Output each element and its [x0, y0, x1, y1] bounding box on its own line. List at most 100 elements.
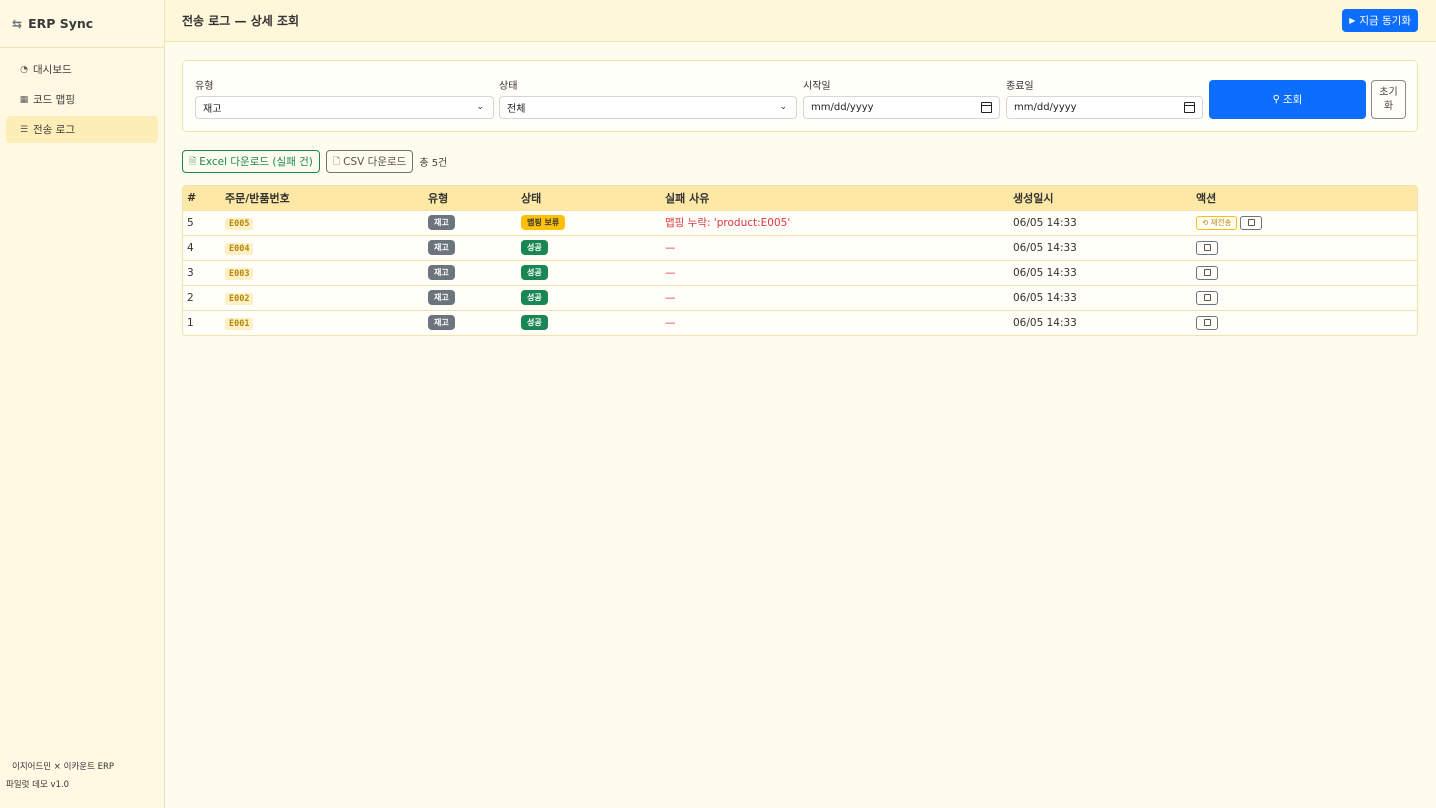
detail-button[interactable]	[1196, 315, 1218, 330]
fail-reason: —	[665, 316, 676, 329]
end-date-placeholder: mm/dd/yyyy	[1014, 102, 1077, 113]
type-badge: 재고	[428, 240, 455, 255]
type-badge: 재고	[428, 265, 455, 280]
sync-now-button[interactable]: ▶ 지금 동기화	[1342, 9, 1418, 32]
status-select-value: 전체	[507, 104, 526, 115]
row-num: 4	[187, 241, 194, 254]
table-header-row: # 주문/반품번호 유형 상태 실패 사유 생성일시 액션	[183, 186, 1417, 210]
created-at: 06/05 14:33	[1013, 291, 1077, 304]
end-date-input[interactable]: mm/dd/yyyy	[1006, 96, 1203, 119]
status-select[interactable]: 전체 ⌄	[499, 96, 797, 119]
status-badge: 맵핑 보류	[521, 215, 566, 230]
play-icon: ▶	[1349, 16, 1356, 25]
file-excel-icon: 🗎	[189, 156, 197, 167]
search-button-label: 조회	[1283, 94, 1303, 106]
search-button[interactable]: ⚲ 조회	[1209, 80, 1366, 119]
detail-button[interactable]	[1196, 290, 1218, 305]
detail-icon	[1203, 319, 1211, 327]
status-badge: 성공	[521, 315, 548, 331]
excel-download-button[interactable]: 🗎 Excel 다운로드 (실패 건)	[182, 150, 320, 173]
status-filter-label: 상태	[499, 81, 518, 92]
order-code: E001	[225, 317, 254, 330]
table-row[interactable]: 5 E005 재고 맵핑 보류 맵핑 누락: 'product:E005' 06…	[183, 210, 1417, 235]
search-icon: ⚲	[1272, 94, 1280, 105]
fail-reason: 맵핑 누락: 'product:E005'	[665, 217, 791, 229]
fail-reason: —	[665, 291, 676, 304]
sidebar-item-transfer-log[interactable]: ☰ 전송 로그	[6, 116, 158, 143]
col-header-num[interactable]: #	[183, 186, 221, 210]
status-badge: 성공	[521, 265, 548, 280]
sidebar-footer: 이지어드민 × 이카운트 ERP 파일럿 데모 v1.0	[6, 758, 114, 794]
sidebar-item-dashboard[interactable]: ◔ 대시보드	[6, 56, 158, 83]
col-header-created-at[interactable]: 생성일시	[1009, 186, 1192, 210]
filter-card: 유형 재고 ⌄ 상태 전체 ⌄ 시작일 mm/dd/yyyy 종료일 mm/dd…	[182, 60, 1418, 132]
download-toolbar: 🗎 Excel 다운로드 (실패 건) 🗋 CSV 다운로드 총 5건	[182, 150, 447, 173]
row-num: 5	[187, 216, 194, 229]
status-badge: 성공	[521, 290, 548, 305]
total-count: 총 5건	[419, 158, 448, 169]
row-num: 1	[187, 316, 194, 329]
col-header-fail-reason[interactable]: 실패 사유	[661, 186, 1009, 210]
arrows-swap-icon: ⇆	[12, 16, 23, 31]
fail-reason: —	[665, 266, 676, 279]
detail-icon	[1203, 269, 1211, 276]
detail-button[interactable]	[1196, 265, 1218, 280]
detail-icon	[1203, 294, 1211, 301]
created-at: 06/05 14:33	[1013, 216, 1077, 229]
csv-download-label: CSV 다운로드	[343, 156, 407, 168]
speedometer-icon: ◔	[20, 64, 28, 75]
order-code: E004	[225, 242, 254, 255]
page-header: 전송 로그 — 상세 조회 ▶ 지금 동기화	[165, 0, 1436, 42]
fail-reason: —	[665, 241, 676, 254]
retry-button[interactable]: ⟲ 재전송	[1196, 215, 1238, 230]
col-header-status[interactable]: 상태	[517, 186, 661, 210]
detail-button[interactable]	[1240, 215, 1263, 230]
table-row[interactable]: 4 E004 재고 성공 — 06/05 14:33	[183, 235, 1417, 260]
detail-icon	[1203, 244, 1211, 251]
col-header-order-number[interactable]: 주문/반품번호	[221, 186, 424, 210]
brand-name: ERP Sync	[28, 16, 94, 31]
sync-now-label: 지금 동기화	[1359, 15, 1411, 27]
file-icon: 🗋	[332, 156, 341, 167]
chevron-down-icon: ⌄	[779, 102, 787, 112]
excel-download-label: Excel 다운로드 (실패 건)	[199, 156, 313, 168]
calendar-icon[interactable]	[1184, 102, 1195, 113]
list-icon: ☰	[19, 124, 29, 135]
sidebar-item-code-mapping[interactable]: ▦ 코드 맵핑	[6, 86, 158, 113]
detail-button[interactable]	[1196, 240, 1218, 255]
sidebar-item-label: 코드 맵핑	[33, 94, 75, 106]
footer-version-text: 파일럿 데모 v1.0	[6, 780, 70, 790]
start-date-input[interactable]: mm/dd/yyyy	[803, 96, 1000, 119]
retry-icon: ⟲	[1202, 218, 1211, 227]
type-badge: 재고	[428, 290, 455, 305]
brand[interactable]: ⇆ ERP Sync	[0, 0, 164, 48]
table-row[interactable]: 3 E003 재고 성공 — 06/05 14:33	[183, 260, 1417, 285]
sidebar-item-label: 대시보드	[33, 64, 72, 76]
calendar-icon[interactable]	[981, 102, 992, 113]
order-code: E003	[225, 267, 254, 280]
reset-button[interactable]: 초기화	[1371, 80, 1406, 119]
col-header-type[interactable]: 유형	[424, 186, 517, 210]
type-badge: 재고	[428, 215, 455, 230]
created-at: 06/05 14:33	[1013, 241, 1077, 254]
end-date-label: 종료일	[1006, 81, 1034, 92]
sidebar-nav: ◔ 대시보드 ▦ 코드 맵핑 ☰ 전송 로그	[0, 48, 164, 154]
created-at: 06/05 14:33	[1013, 266, 1077, 279]
table-row[interactable]: 2 E002 재고 성공 — 06/05 14:33	[183, 285, 1417, 310]
sidebar: ⇆ ERP Sync ◔ 대시보드 ▦ 코드 맵핑 ☰ 전송 로그 이지어드민 …	[0, 0, 165, 808]
row-num: 2	[187, 291, 194, 304]
detail-icon	[1247, 219, 1255, 226]
table-icon: ▦	[19, 94, 29, 105]
csv-download-button[interactable]: 🗋 CSV 다운로드	[325, 150, 414, 173]
type-select-value: 재고	[203, 104, 222, 115]
type-badge: 재고	[428, 315, 455, 331]
row-num: 3	[187, 266, 194, 279]
retry-label: 재전송	[1210, 218, 1232, 227]
status-badge: 성공	[521, 240, 548, 255]
type-select[interactable]: 재고 ⌄	[195, 96, 494, 119]
type-filter-label: 유형	[195, 81, 214, 92]
start-date-label: 시작일	[803, 81, 831, 92]
table-row[interactable]: 1 E001 재고 성공 — 06/05 14:33	[183, 310, 1417, 335]
log-table: # 주문/반품번호 유형 상태 실패 사유 생성일시 액션 5 E005 재고 …	[182, 185, 1418, 336]
sidebar-item-label: 전송 로그	[33, 124, 75, 136]
